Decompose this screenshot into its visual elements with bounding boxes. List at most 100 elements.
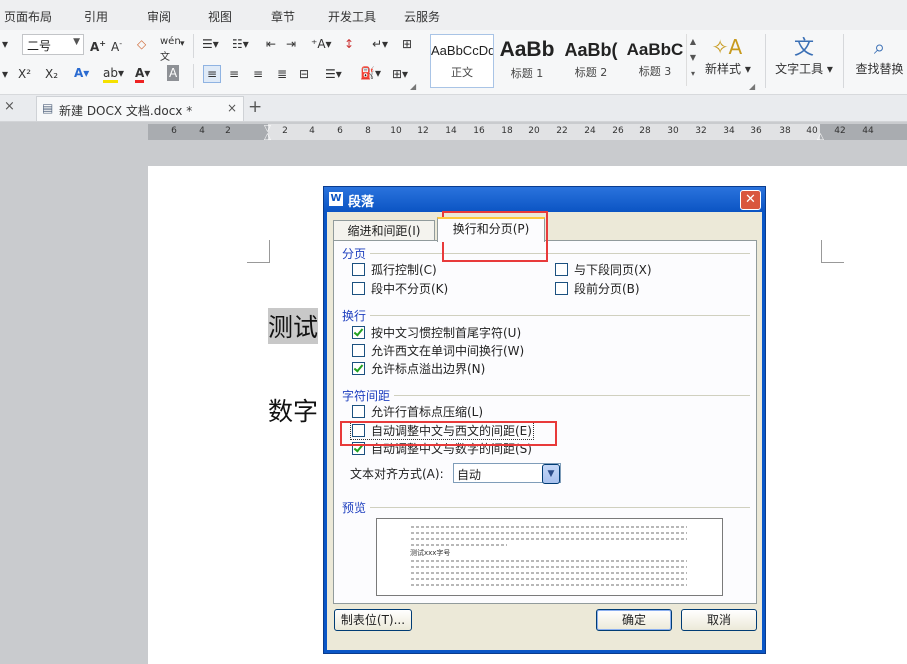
hanging-indent-marker[interactable]: △ — [264, 132, 271, 142]
allow-latin-wrap-midword-checkbox[interactable]: 允许西文在单词中间换行(W) — [352, 344, 524, 358]
allow-punctuation-overflow-checkbox[interactable]: 允许标点溢出边界(N) — [352, 362, 485, 376]
ribbon-toolbar: ▾ 二号 ▼ A+ A- ◇ wén 文 ▾ ☰▾ ☷▾ ⇤ ⇥ ⁺A▾ ↕ ↵▾… — [0, 30, 907, 95]
align-right-icon[interactable]: ≡ — [253, 66, 263, 82]
text-direction-icon[interactable]: ⁺A▾ — [311, 36, 332, 52]
new-style-button[interactable]: ✧A 新样式 ▾ — [705, 34, 751, 77]
right-indent-marker[interactable]: △ — [817, 132, 824, 142]
checkbox-box — [352, 405, 365, 418]
char-shading-icon[interactable]: A — [167, 65, 180, 81]
sort-icon[interactable]: ↕ — [344, 36, 354, 52]
table-icon[interactable]: ⊞ — [402, 36, 412, 52]
decrease-indent-icon[interactable]: ⇤ — [266, 36, 276, 52]
separator — [193, 34, 194, 58]
menu-cloud-service[interactable]: 云服务 — [404, 8, 440, 25]
menu-chapter[interactable]: 章节 — [271, 8, 295, 25]
menu-review[interactable]: 审阅 — [147, 8, 171, 25]
tab-line-page-break[interactable]: 换行和分页(P) — [437, 217, 545, 242]
style-heading-1[interactable]: AaBb 标题 1 — [496, 34, 558, 86]
grow-font-icon[interactable]: A+ — [90, 36, 106, 55]
style-name: 标题 1 — [510, 67, 544, 80]
chevron-down-icon[interactable]: ▼ — [542, 464, 560, 484]
keep-lines-together-checkbox[interactable]: 段中不分页(K) — [352, 282, 448, 296]
find-replace-button[interactable]: ⌕ 查找替换 — [852, 34, 907, 77]
keep-with-next-checkbox[interactable]: 与下段同页(X) — [555, 263, 652, 277]
checkbox-label: 段中不分页(K) — [371, 282, 449, 296]
find-replace-label: 查找替换 — [855, 62, 904, 76]
show-marks-icon[interactable]: ↵▾ — [372, 36, 388, 52]
document-tab[interactable]: ▤ 新建 DOCX 文档.docx * × — [36, 96, 244, 121]
menu-developer-tools[interactable]: 开发工具 — [328, 8, 376, 25]
highlight-color-icon[interactable]: ab▾ — [103, 65, 124, 83]
clear-format-icon[interactable]: ◇ — [137, 36, 146, 52]
document-icon: ▤ — [42, 101, 54, 115]
subscript-icon[interactable]: X₂ — [45, 66, 58, 82]
section-char-spacing: 字符间距 — [342, 389, 391, 403]
dialog-close-button[interactable]: ✕ — [740, 190, 761, 210]
new-tab-button[interactable]: + — [248, 97, 262, 117]
menu-view[interactable]: 视图 — [208, 8, 232, 25]
ruler-number: 2 — [282, 126, 288, 136]
dialog-titlebar[interactable]: W 段落 ✕ — [324, 187, 765, 212]
checkbox-label: 孤行控制(C) — [371, 263, 437, 277]
horizontal-ruler[interactable]: 6 4 2 2 4 6 8 10 12 14 16 18 20 22 24 26 28 30 32 34 36 38 40 4… — [148, 124, 907, 142]
checkbox-label: 允许西文在单词中间换行(W) — [371, 344, 525, 358]
checkbox-box — [352, 362, 365, 375]
menu-references[interactable]: 引用 — [84, 8, 108, 25]
line-spacing-icon[interactable]: ☰▾ — [325, 66, 342, 82]
checkbox-label: 按中文习惯控制首尾字符(U) — [371, 326, 522, 340]
font-name-combo-end[interactable]: ▾ — [2, 36, 8, 52]
ruler-number: 20 — [528, 126, 540, 136]
close-icon[interactable]: × — [4, 99, 15, 114]
borders-icon[interactable]: ⊞▾ — [392, 66, 408, 82]
widow-control-checkbox[interactable]: 孤行控制(C) — [352, 263, 437, 277]
chevron-down-icon[interactable]: ▾ — [180, 36, 185, 52]
separator — [394, 395, 750, 396]
close-tab-icon[interactable]: × — [227, 101, 237, 115]
ruler-number: 36 — [750, 126, 762, 136]
styles-launcher-icon[interactable]: ◢ — [749, 82, 755, 91]
cancel-button[interactable]: 取消 — [681, 609, 757, 631]
page-break-before-checkbox[interactable]: 段前分页(B) — [555, 282, 640, 296]
tab-stops-button[interactable]: 制表位(T)... — [334, 609, 412, 631]
ruler-number: 14 — [445, 126, 457, 136]
checkbox-box — [352, 263, 365, 276]
font-color-icon[interactable]: A▾ — [135, 65, 150, 83]
preview-sample-text: 测试xxx字号 — [410, 549, 451, 557]
text-tools-button[interactable]: 文 文字工具 ▾ — [773, 34, 835, 77]
ruler-number: 4 — [309, 126, 315, 136]
paragraph-launcher-icon[interactable]: ◢ — [410, 82, 416, 91]
numbered-list-icon[interactable]: ☷▾ — [232, 36, 249, 52]
increase-indent-icon[interactable]: ⇥ — [286, 36, 296, 52]
font-size-combo[interactable]: 二号 ▼ — [22, 34, 84, 55]
menu-page-layout[interactable]: 页面布局 — [4, 8, 52, 25]
document-text-line[interactable]: 测试 — [268, 308, 319, 344]
style-normal[interactable]: AaBbCcDd 正文 — [430, 34, 494, 88]
paint-bucket-icon[interactable]: ⛽▾ — [360, 65, 381, 81]
bullet-list-icon[interactable]: ☰▾ — [202, 36, 219, 52]
superscript-icon[interactable]: X² — [18, 66, 31, 82]
checkbox-box — [352, 326, 365, 339]
style-heading-2[interactable]: AaBb( 标题 2 — [560, 34, 622, 86]
chevron-down-icon[interactable]: ▾ — [2, 66, 8, 82]
text-align-value: 自动 — [457, 468, 482, 482]
distributed-align-icon[interactable]: ⊟ — [299, 66, 309, 82]
style-heading-3[interactable]: AaBbC 标题 3 — [624, 34, 686, 86]
style-preview: AaBb( — [564, 40, 618, 60]
justify-icon[interactable]: ≣ — [277, 66, 287, 82]
align-center-icon[interactable]: ≡ — [229, 66, 239, 82]
tab-indent-spacing[interactable]: 缩进和间距(I) — [333, 220, 435, 241]
pinyin-guide-icon[interactable]: wén 文 — [160, 34, 181, 66]
checkbox-box — [555, 263, 568, 276]
wps-logo-icon: W — [329, 192, 343, 206]
style-gallery-scroll[interactable]: ▲ ▼ ▾ — [686, 34, 699, 86]
section-preview: 预览 — [342, 501, 367, 515]
text-effect-icon[interactable]: A▾ — [74, 65, 89, 81]
align-left-icon[interactable]: ≡ — [203, 65, 222, 83]
ok-button[interactable]: 确定 — [596, 609, 672, 631]
chinese-rules-first-last-char-checkbox[interactable]: 按中文习惯控制首尾字符(U) — [352, 326, 521, 340]
document-text-line[interactable]: 数字 — [268, 392, 318, 428]
shrink-font-icon[interactable]: A- — [111, 36, 122, 55]
checkbox-label: 段前分页(B) — [574, 282, 640, 296]
text-align-select[interactable]: 自动 ▼ — [453, 463, 561, 484]
compress-leading-punctuation-checkbox[interactable]: 允许行首标点压缩(L) — [352, 405, 483, 419]
